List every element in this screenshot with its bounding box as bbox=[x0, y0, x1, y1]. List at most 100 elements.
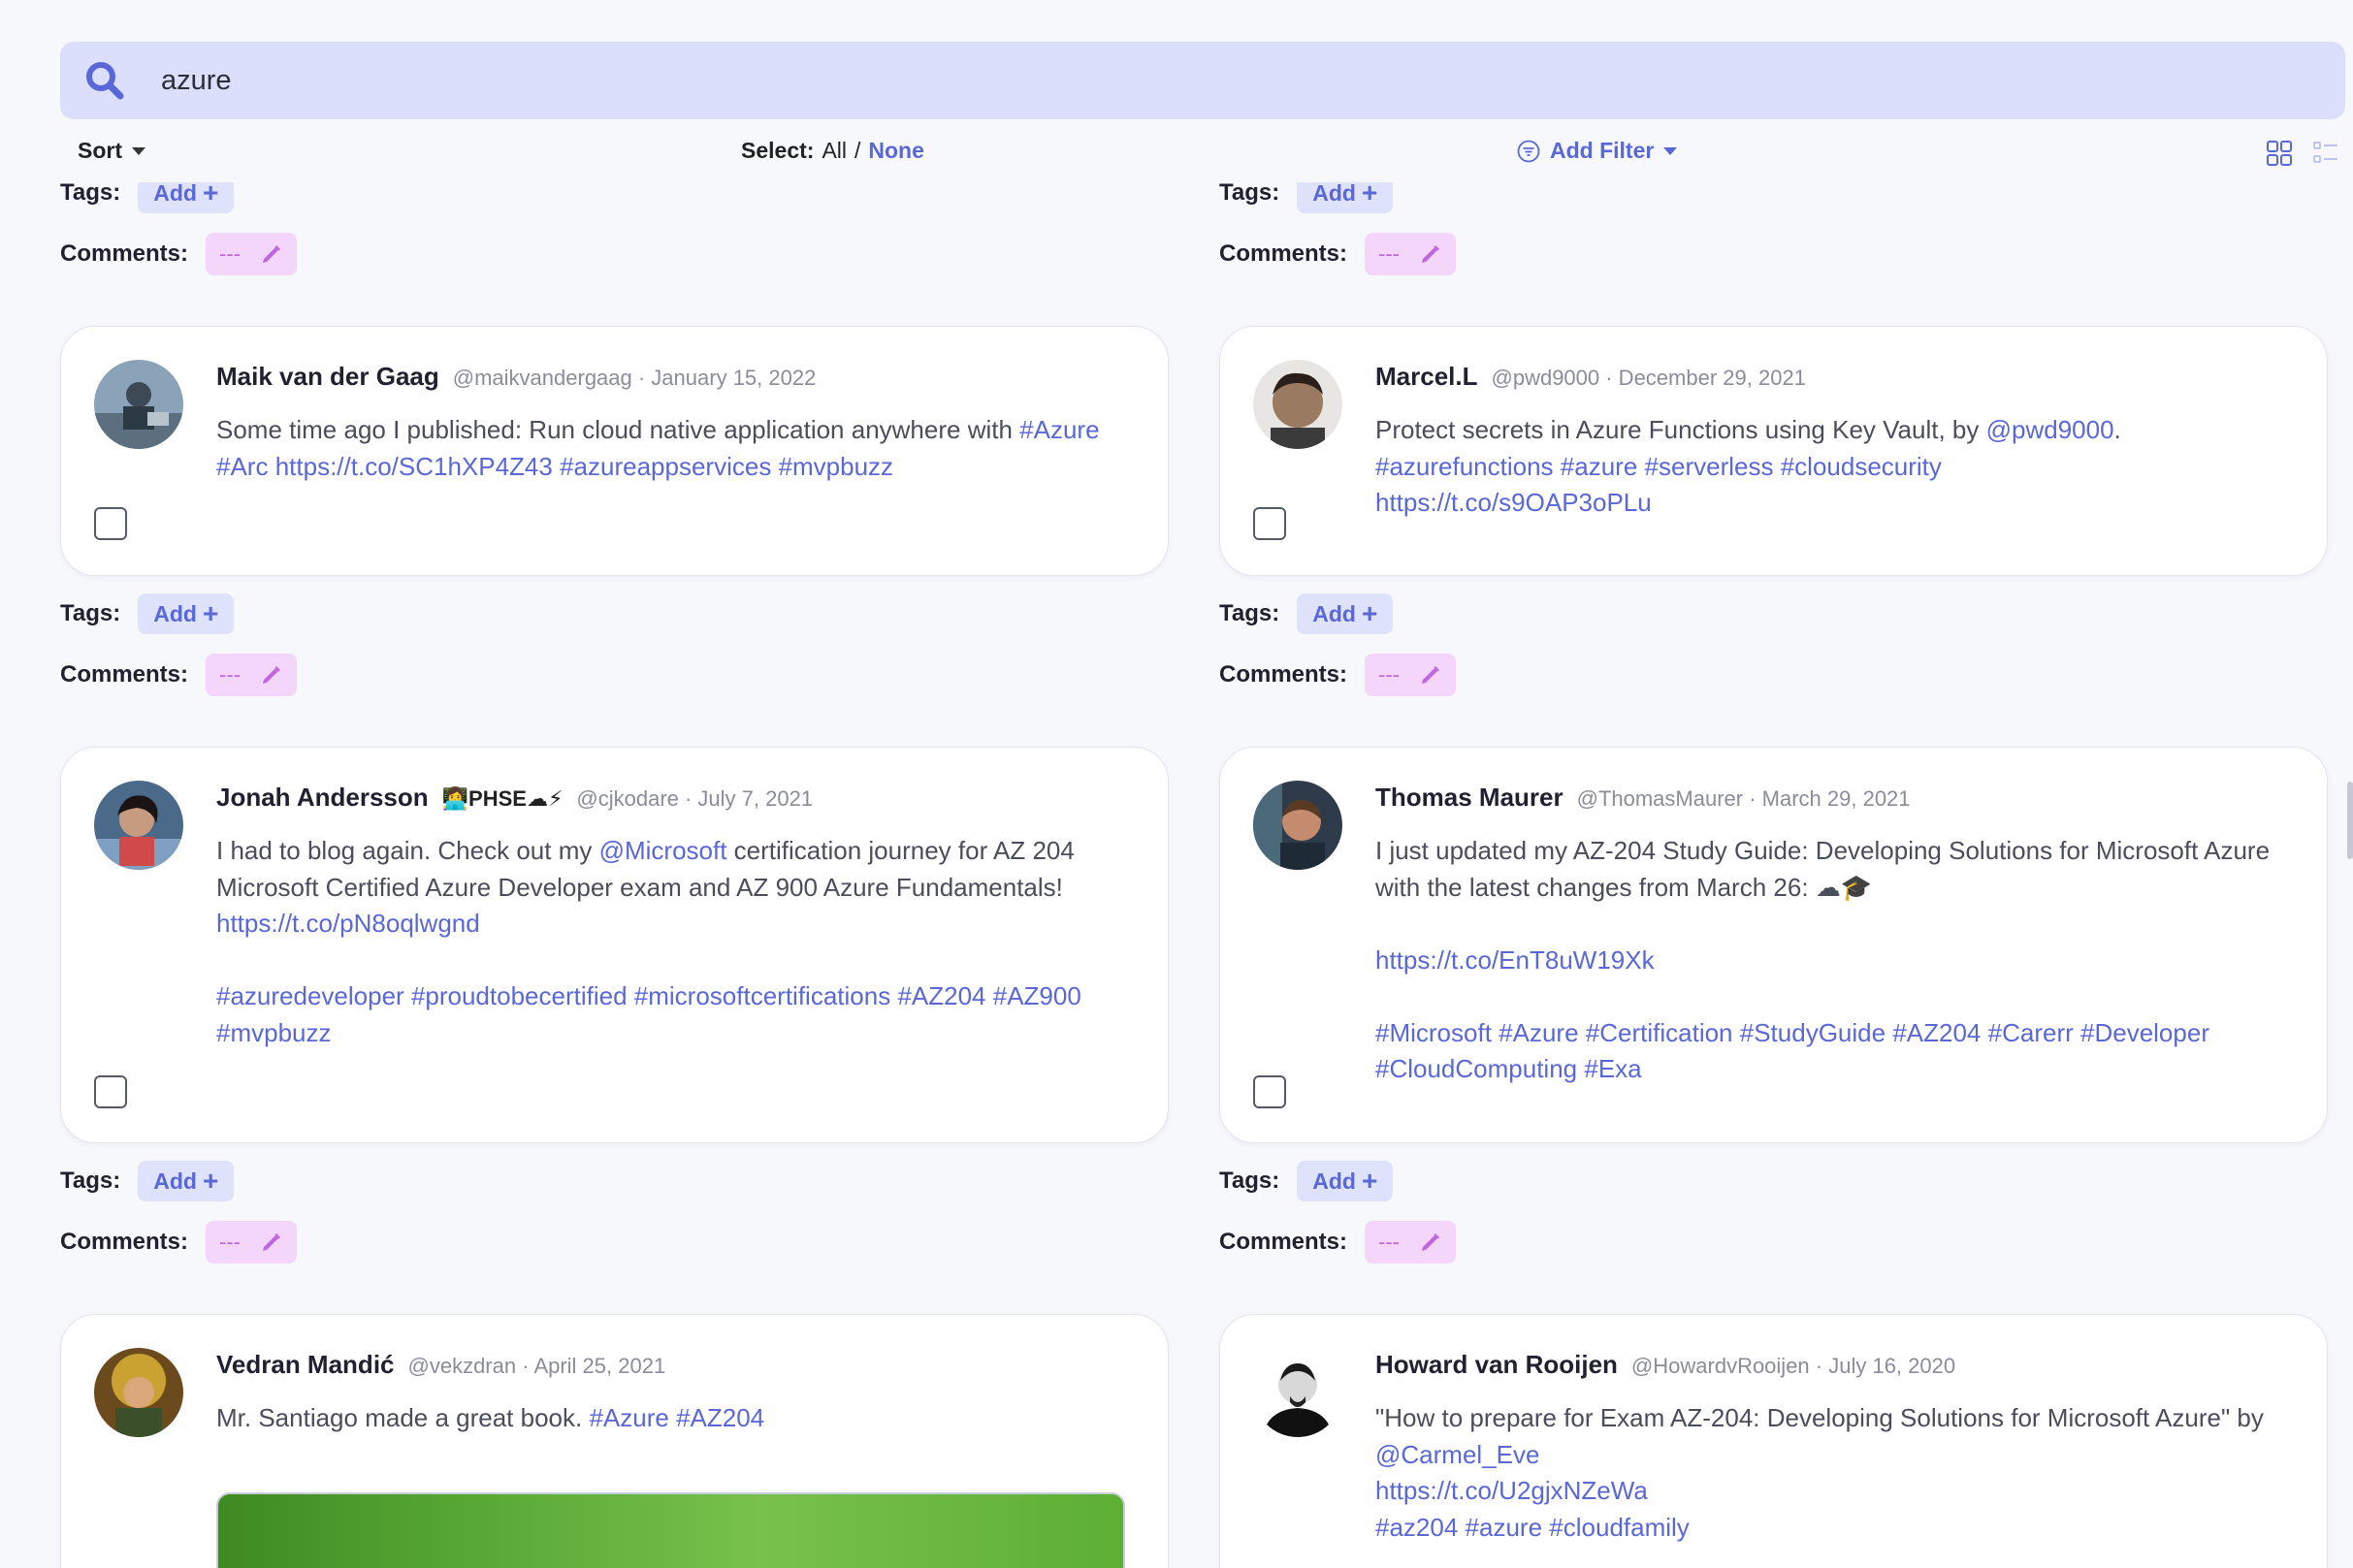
tags-label: Tags: bbox=[60, 1168, 121, 1194]
tags-label: Tags: bbox=[60, 600, 121, 626]
comments-label: Comments: bbox=[1219, 240, 1348, 267]
avatar bbox=[94, 1348, 183, 1437]
tags-label: Tags: bbox=[60, 182, 121, 206]
tags-row: Tags: Add + bbox=[1219, 182, 1394, 213]
comment-value: --- bbox=[1378, 662, 1400, 687]
add-tag-button[interactable]: Add + bbox=[138, 1161, 235, 1201]
select-none-link[interactable]: None bbox=[868, 138, 924, 164]
app-root: Sort Select: All / None Add Filter bbox=[0, 0, 2353, 1568]
tweet-text: "How to prepare for Exam AZ-204: Develop… bbox=[1375, 1403, 2264, 1542]
pencil-icon bbox=[263, 1233, 280, 1251]
comment-value: --- bbox=[219, 241, 241, 266]
tweet-text: I had to blog again. Check out my @Micro… bbox=[216, 836, 1081, 1047]
select-checkbox[interactable] bbox=[94, 507, 127, 540]
comments-row: Comments: --- bbox=[60, 233, 297, 275]
edit-comment-button[interactable]: --- bbox=[206, 233, 297, 275]
search-input[interactable] bbox=[161, 57, 1519, 104]
add-tag-button[interactable]: Add + bbox=[1297, 182, 1394, 213]
card-header: Marcel.L @pwd9000 · December 29, 2021 bbox=[1375, 362, 1806, 392]
card-header: Howard van Rooijen @HowardvRooijen · Jul… bbox=[1375, 1350, 1955, 1380]
edit-comment-button[interactable]: --- bbox=[1365, 654, 1456, 696]
author-name[interactable]: Thomas Maurer bbox=[1375, 783, 1563, 813]
add-tag-button[interactable]: Add + bbox=[1297, 593, 1394, 634]
comments-label: Comments: bbox=[1219, 661, 1348, 688]
chevron-down-icon bbox=[1663, 146, 1678, 155]
edit-comment-button[interactable]: --- bbox=[1365, 1221, 1456, 1264]
comments-label: Comments: bbox=[1219, 1229, 1348, 1255]
add-tag-label: Add bbox=[1312, 182, 1356, 206]
tweet-text: Protect secrets in Azure Functions using… bbox=[1375, 415, 2121, 517]
tweet-text: Mr. Santiago made a great book. #Azure #… bbox=[216, 1403, 765, 1432]
handle-date: @maikvandergaag · January 15, 2022 bbox=[452, 366, 817, 390]
pencil-icon bbox=[1422, 666, 1439, 684]
avatar bbox=[1253, 360, 1342, 449]
scrollbar-thumb[interactable] bbox=[2347, 782, 2353, 859]
tweet-card[interactable]: Howard van Rooijen @HowardvRooijen · Jul… bbox=[1219, 1314, 2328, 1568]
pencil-icon bbox=[263, 666, 280, 684]
edit-comment-button[interactable]: --- bbox=[206, 1221, 297, 1264]
filter-icon bbox=[1517, 140, 1540, 162]
tweet-grid: Tags: Add + Comments: --- Maik van der Ga… bbox=[0, 182, 2353, 1568]
tags-row: Tags: Add + bbox=[1219, 593, 1394, 634]
tweet-card[interactable]: Marcel.L @pwd9000 · December 29, 2021 Pr… bbox=[1219, 326, 2328, 576]
tags-label: Tags: bbox=[1219, 182, 1280, 206]
add-tag-label: Add bbox=[1312, 600, 1356, 626]
tweet-card[interactable]: Vedran Mandić @vekzdran · April 25, 2021… bbox=[60, 1314, 1169, 1568]
handle-date: @pwd9000 · December 29, 2021 bbox=[1491, 366, 1806, 390]
plus-icon: + bbox=[1361, 1166, 1378, 1196]
edit-comment-button[interactable]: --- bbox=[206, 654, 297, 696]
comment-value: --- bbox=[219, 662, 241, 687]
plus-icon: + bbox=[1361, 598, 1378, 628]
add-tag-button[interactable]: Add + bbox=[1297, 1161, 1394, 1201]
author-name[interactable]: Howard van Rooijen bbox=[1375, 1350, 1618, 1380]
chevron-down-icon bbox=[132, 146, 145, 155]
tweet-card[interactable]: Jonah Andersson 👩‍💻PHSE☁⚡ @cjkodare · Ju… bbox=[60, 747, 1169, 1143]
add-tag-label: Add bbox=[153, 1168, 197, 1194]
comments-row: Comments: --- bbox=[60, 654, 297, 696]
edit-comment-button[interactable]: --- bbox=[1365, 233, 1456, 275]
card-header: Thomas Maurer @ThomasMaurer · March 29, … bbox=[1375, 783, 1911, 813]
add-filter-button[interactable]: Add Filter bbox=[1517, 138, 1678, 164]
pencil-icon bbox=[1422, 245, 1439, 263]
plus-icon: + bbox=[202, 1166, 219, 1196]
list-view-icon[interactable] bbox=[2312, 140, 2339, 167]
select-checkbox[interactable] bbox=[1253, 1075, 1286, 1108]
avatar bbox=[1253, 781, 1342, 870]
comments-label: Comments: bbox=[60, 661, 189, 688]
tags-row: Tags: Add + bbox=[1219, 1161, 1394, 1201]
tags-row: Tags: Add + bbox=[60, 1161, 235, 1201]
comments-row: Comments: --- bbox=[1219, 233, 1456, 275]
add-tag-label: Add bbox=[1312, 1168, 1356, 1194]
select-separator: / bbox=[854, 138, 861, 163]
select-all-link[interactable]: All bbox=[822, 138, 847, 164]
sort-button[interactable]: Sort bbox=[78, 138, 145, 164]
tweet-media-image[interactable] bbox=[216, 1492, 1125, 1568]
select-group: Select: All / None bbox=[741, 138, 924, 164]
pencil-icon bbox=[1422, 1233, 1439, 1251]
tweet-card[interactable]: Thomas Maurer @ThomasMaurer · March 29, … bbox=[1219, 747, 2328, 1143]
name-badge: 👩‍💻PHSE☁⚡ bbox=[441, 786, 564, 811]
handle-date: @cjkodare · July 7, 2021 bbox=[576, 786, 814, 811]
tags-label: Tags: bbox=[1219, 1168, 1280, 1194]
grid-view-icon[interactable] bbox=[2266, 140, 2293, 167]
author-name[interactable]: Maik van der Gaag bbox=[216, 362, 439, 392]
toolbar: Sort Select: All / None Add Filter bbox=[0, 124, 2353, 182]
author-name[interactable]: Vedran Mandić bbox=[216, 1350, 395, 1380]
plus-icon: + bbox=[202, 182, 219, 208]
plus-icon: + bbox=[1361, 182, 1378, 208]
select-checkbox[interactable] bbox=[1253, 507, 1286, 540]
comment-value: --- bbox=[1378, 241, 1400, 266]
card-header: Jonah Andersson 👩‍💻PHSE☁⚡ @cjkodare · Ju… bbox=[216, 783, 813, 813]
comment-value: --- bbox=[219, 1230, 241, 1254]
add-filter-label: Add Filter bbox=[1550, 138, 1655, 163]
search-bar[interactable] bbox=[60, 42, 2345, 119]
add-tag-button[interactable]: Add + bbox=[138, 593, 235, 634]
author-name[interactable]: Marcel.L bbox=[1375, 362, 1478, 392]
select-checkbox[interactable] bbox=[94, 1075, 127, 1108]
comments-row: Comments: --- bbox=[60, 1221, 297, 1264]
comments-row: Comments: --- bbox=[1219, 654, 1456, 696]
author-name[interactable]: Jonah Andersson bbox=[216, 783, 429, 813]
tweet-card[interactable]: Maik van der Gaag @maikvandergaag · Janu… bbox=[60, 326, 1169, 576]
select-label: Select: bbox=[741, 138, 815, 163]
add-tag-button[interactable]: Add + bbox=[138, 182, 235, 213]
